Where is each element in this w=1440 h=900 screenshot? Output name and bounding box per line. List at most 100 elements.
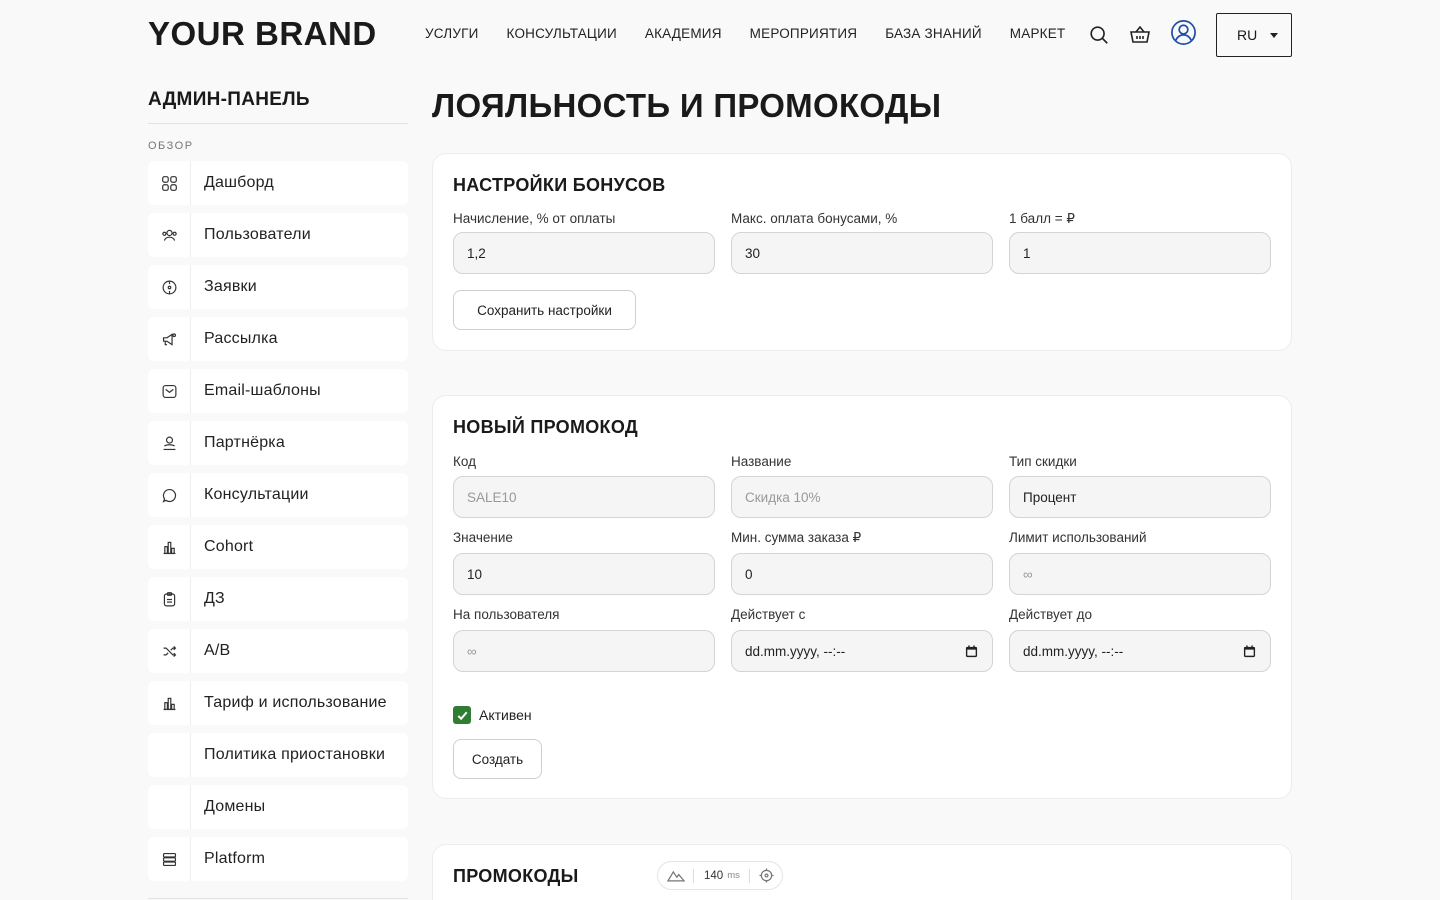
discount-type-label: Тип скидки — [1009, 454, 1077, 469]
empty-icon-slot — [148, 733, 191, 777]
calendar-icon[interactable] — [1243, 645, 1256, 658]
sidebar-item-mailing[interactable]: Рассылка — [148, 317, 408, 361]
divider — [693, 868, 694, 883]
sidebar-item-label: Пользователи — [204, 226, 311, 243]
point-rate-input[interactable]: 1 — [1009, 232, 1271, 274]
sidebar-section-overview: ОБЗОР — [148, 140, 194, 152]
promo-list-title: ПРОМОКОДЫ — [453, 866, 579, 886]
sidebar-item-users[interactable]: Пользователи — [148, 213, 408, 257]
save-settings-button[interactable]: Сохранить настройки — [453, 290, 636, 330]
mountain-icon — [667, 870, 685, 882]
megaphone-icon — [148, 317, 191, 361]
sidebar-title: АДМИН-ПАНЕЛЬ — [148, 86, 408, 124]
sidebar-item-dashboard[interactable]: Дашборд — [148, 161, 408, 205]
bonus-settings-card: НАСТРОЙКИ БОНУСОВ Начисление, % от оплат… — [432, 153, 1292, 351]
sidebar-item-homework[interactable]: ДЗ — [148, 577, 408, 621]
valid-to-input[interactable]: dd.mm.yyyy, --:-- — [1009, 630, 1271, 672]
name-input[interactable]: Скидка 10% — [731, 476, 993, 518]
per-user-input[interactable]: ∞ — [453, 630, 715, 672]
bar-chart-icon — [148, 681, 191, 725]
value-input[interactable]: 10 — [453, 553, 715, 595]
valid-from-input[interactable]: dd.mm.yyyy, --:-- — [731, 630, 993, 672]
valid-from-label: Действует с — [731, 607, 806, 622]
usage-limit-input[interactable]: ∞ — [1009, 553, 1271, 595]
nav-item-academy[interactable]: АКАДЕМИЯ — [645, 25, 722, 43]
perf-value: 140 — [704, 869, 724, 882]
language-value: RU — [1237, 27, 1258, 43]
sidebar-item-email-templates[interactable]: Email-шаблоны — [148, 369, 408, 413]
chevron-down-icon — [1270, 33, 1278, 38]
sidebar-item-label: Дашборд — [204, 174, 274, 191]
sidebar-item-label: Email-шаблоны — [204, 382, 321, 399]
value-label: Значение — [453, 530, 513, 545]
active-label: Активен — [479, 707, 532, 723]
promo-list-card: ПРОМОКОДЫ — [432, 844, 1292, 900]
sidebar-item-label: Домены — [204, 798, 266, 815]
sidebar-item-label: Консультации — [204, 486, 309, 503]
sidebar-item-requests[interactable]: Заявки — [148, 265, 408, 309]
clipboard-icon — [148, 577, 191, 621]
perf-unit: ms — [727, 870, 740, 881]
language-select[interactable]: RU — [1216, 13, 1292, 57]
users-icon — [148, 213, 191, 257]
min-order-input[interactable]: 0 — [731, 553, 993, 595]
sidebar-item-label: ДЗ — [204, 590, 225, 607]
crosshair-icon[interactable] — [759, 868, 774, 883]
sidebar-item-ab[interactable]: A/B — [148, 629, 408, 673]
admin-sidebar: АДМИН-ПАНЕЛЬ ОБЗОР — [148, 86, 408, 155]
code-input[interactable]: SALE10 — [453, 476, 715, 518]
nav-item-market[interactable]: МАРКЕТ — [1010, 25, 1066, 43]
shuffle-icon — [148, 629, 191, 673]
new-promo-card: НОВЫЙ ПРОМОКОД Код SALE10 Название Скидк… — [432, 395, 1292, 799]
user-icon[interactable] — [1170, 19, 1197, 46]
target-icon — [148, 265, 191, 309]
sidebar-item-label: A/B — [204, 642, 231, 659]
server-icon — [148, 837, 191, 881]
chat-icon — [148, 473, 191, 517]
sidebar-item-consultations[interactable]: Консультации — [148, 473, 408, 517]
sidebar-item-suspension-policy[interactable]: Политика приостановки — [148, 733, 408, 777]
min-order-label: Мин. сумма заказа ₽ — [731, 530, 862, 545]
bonus-settings-title: НАСТРОЙКИ БОНУСОВ — [453, 175, 666, 195]
valid-from-value: dd.mm.yyyy, --:-- — [745, 643, 846, 659]
sidebar-item-partners[interactable]: Партнёрка — [148, 421, 408, 465]
sidebar-item-tariff-usage[interactable]: Тариф и использование — [148, 681, 408, 725]
accrual-label: Начисление, % от оплаты — [453, 211, 616, 226]
empty-icon-slot — [148, 785, 191, 829]
active-checkbox[interactable] — [453, 706, 471, 724]
sidebar-item-label: Cohort — [204, 538, 254, 555]
per-user-label: На пользователя — [453, 607, 560, 622]
sidebar-divider — [148, 898, 408, 899]
search-icon[interactable] — [1088, 24, 1110, 46]
calendar-icon[interactable] — [965, 645, 978, 658]
partner-icon — [148, 421, 191, 465]
max-pay-label: Макс. оплата бонусами, % — [731, 211, 898, 226]
valid-to-label: Действует до — [1009, 607, 1092, 622]
main-nav: УСЛУГИ КОНСУЛЬТАЦИИ АКАДЕМИЯ МЕРОПРИЯТИЯ… — [425, 25, 1093, 43]
cart-icon[interactable] — [1128, 23, 1152, 47]
nav-item-consultations[interactable]: КОНСУЛЬТАЦИИ — [507, 25, 617, 43]
code-label: Код — [453, 454, 476, 469]
create-button[interactable]: Создать — [453, 739, 542, 779]
max-pay-input[interactable]: 30 — [731, 232, 993, 274]
sidebar-item-platform[interactable]: Platform — [148, 837, 408, 881]
check-icon — [457, 711, 467, 720]
sidebar-item-domains[interactable]: Домены — [148, 785, 408, 829]
page-title: ЛОЯЛЬНОСТЬ И ПРОМОКОДЫ — [432, 87, 942, 124]
sidebar-item-label: Партнёрка — [204, 434, 285, 451]
brand-logo[interactable]: YOUR BRAND — [148, 14, 377, 54]
mail-icon — [148, 369, 191, 413]
nav-item-knowledge-base[interactable]: БАЗА ЗНАНИЙ — [885, 25, 982, 43]
discount-type-select[interactable]: Процент — [1009, 476, 1271, 518]
grid-icon — [148, 161, 191, 205]
top-header: YOUR BRAND УСЛУГИ КОНСУЛЬТАЦИИ АКАДЕМИЯ … — [0, 0, 1440, 70]
nav-item-services[interactable]: УСЛУГИ — [425, 25, 479, 43]
point-rate-label: 1 балл = ₽ — [1009, 211, 1075, 226]
new-promo-title: НОВЫЙ ПРОМОКОД — [453, 417, 639, 437]
perf-indicator[interactable]: 140 ms — [657, 861, 783, 890]
nav-item-events[interactable]: МЕРОПРИЯТИЯ — [750, 25, 858, 43]
accrual-input[interactable]: 1,2 — [453, 232, 715, 274]
sidebar-item-label: Рассылка — [204, 330, 278, 347]
usage-limit-label: Лимит использований — [1009, 530, 1147, 545]
sidebar-item-cohort[interactable]: Cohort — [148, 525, 408, 569]
